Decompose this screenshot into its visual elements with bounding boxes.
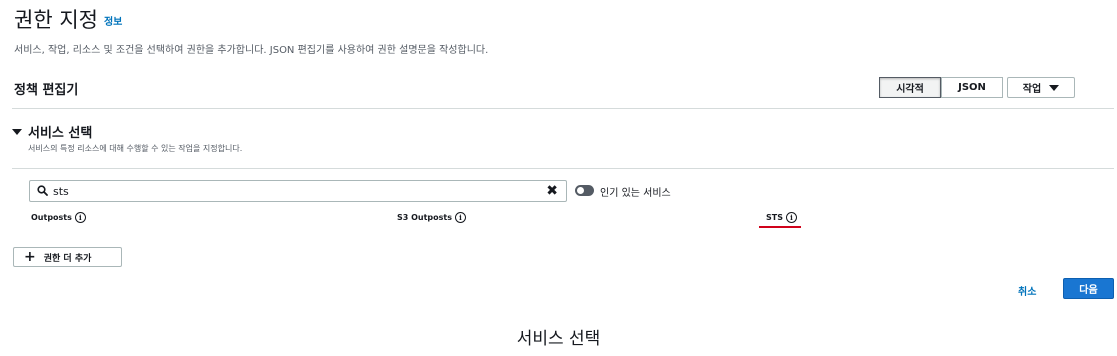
caret-down-icon	[12, 128, 22, 135]
service-result-s3-outposts[interactable]: S3 Outposts i	[397, 212, 467, 223]
info-circle-icon[interactable]: i	[785, 212, 797, 223]
next-button[interactable]: 다음	[1063, 278, 1114, 299]
service-section-toggle[interactable]: 서비스 선택	[12, 122, 92, 141]
popular-services-label: 인기 있는 서비스	[600, 188, 671, 199]
actions-dropdown[interactable]: 작업	[1007, 77, 1075, 98]
divider	[12, 168, 1114, 169]
page-title-text: 권한 지정	[14, 8, 98, 32]
info-circle-icon[interactable]: i	[74, 212, 86, 223]
toggle-knob	[577, 187, 584, 194]
service-result-sts[interactable]: STS i	[766, 212, 797, 223]
clear-icon[interactable]: ✖	[546, 183, 558, 199]
service-search: ✖	[29, 180, 567, 202]
info-link[interactable]: 정보	[104, 17, 122, 28]
plus-icon: +	[24, 249, 36, 265]
page-description: 서비스, 작업, 리소스 및 조건을 선택하여 권한을 추가합니다. JSON …	[14, 45, 489, 56]
tab-visual[interactable]: 시각적	[879, 77, 941, 98]
search-icon	[37, 185, 48, 196]
policy-editor-title: 정책 편집기	[14, 83, 79, 98]
service-result-label: Outposts	[31, 213, 72, 222]
add-permissions-label: 권한 더 추가	[43, 253, 92, 264]
service-result-outposts[interactable]: Outposts i	[31, 212, 86, 223]
caption: 서비스 선택	[516, 329, 601, 349]
page-title: 권한 지정 정보	[14, 4, 122, 34]
highlight-underline	[759, 226, 801, 228]
popular-services-toggle[interactable]	[575, 185, 594, 196]
divider	[12, 108, 1114, 109]
service-result-label: STS	[766, 213, 783, 222]
chevron-down-icon	[1049, 84, 1060, 91]
search-input[interactable]	[53, 183, 533, 199]
service-section-description: 서비스의 특정 리소스에 대해 수행할 수 있는 작업을 지정합니다.	[28, 144, 243, 153]
service-section-title: 서비스 선택	[28, 126, 93, 141]
info-circle-icon[interactable]: i	[455, 212, 467, 223]
add-permissions-button[interactable]: + 권한 더 추가	[13, 247, 122, 267]
service-result-label: S3 Outposts	[397, 213, 453, 222]
cancel-button[interactable]: 취소	[1018, 283, 1036, 298]
actions-dropdown-label: 작업	[1022, 84, 1042, 95]
tab-json[interactable]: JSON	[941, 77, 1003, 98]
